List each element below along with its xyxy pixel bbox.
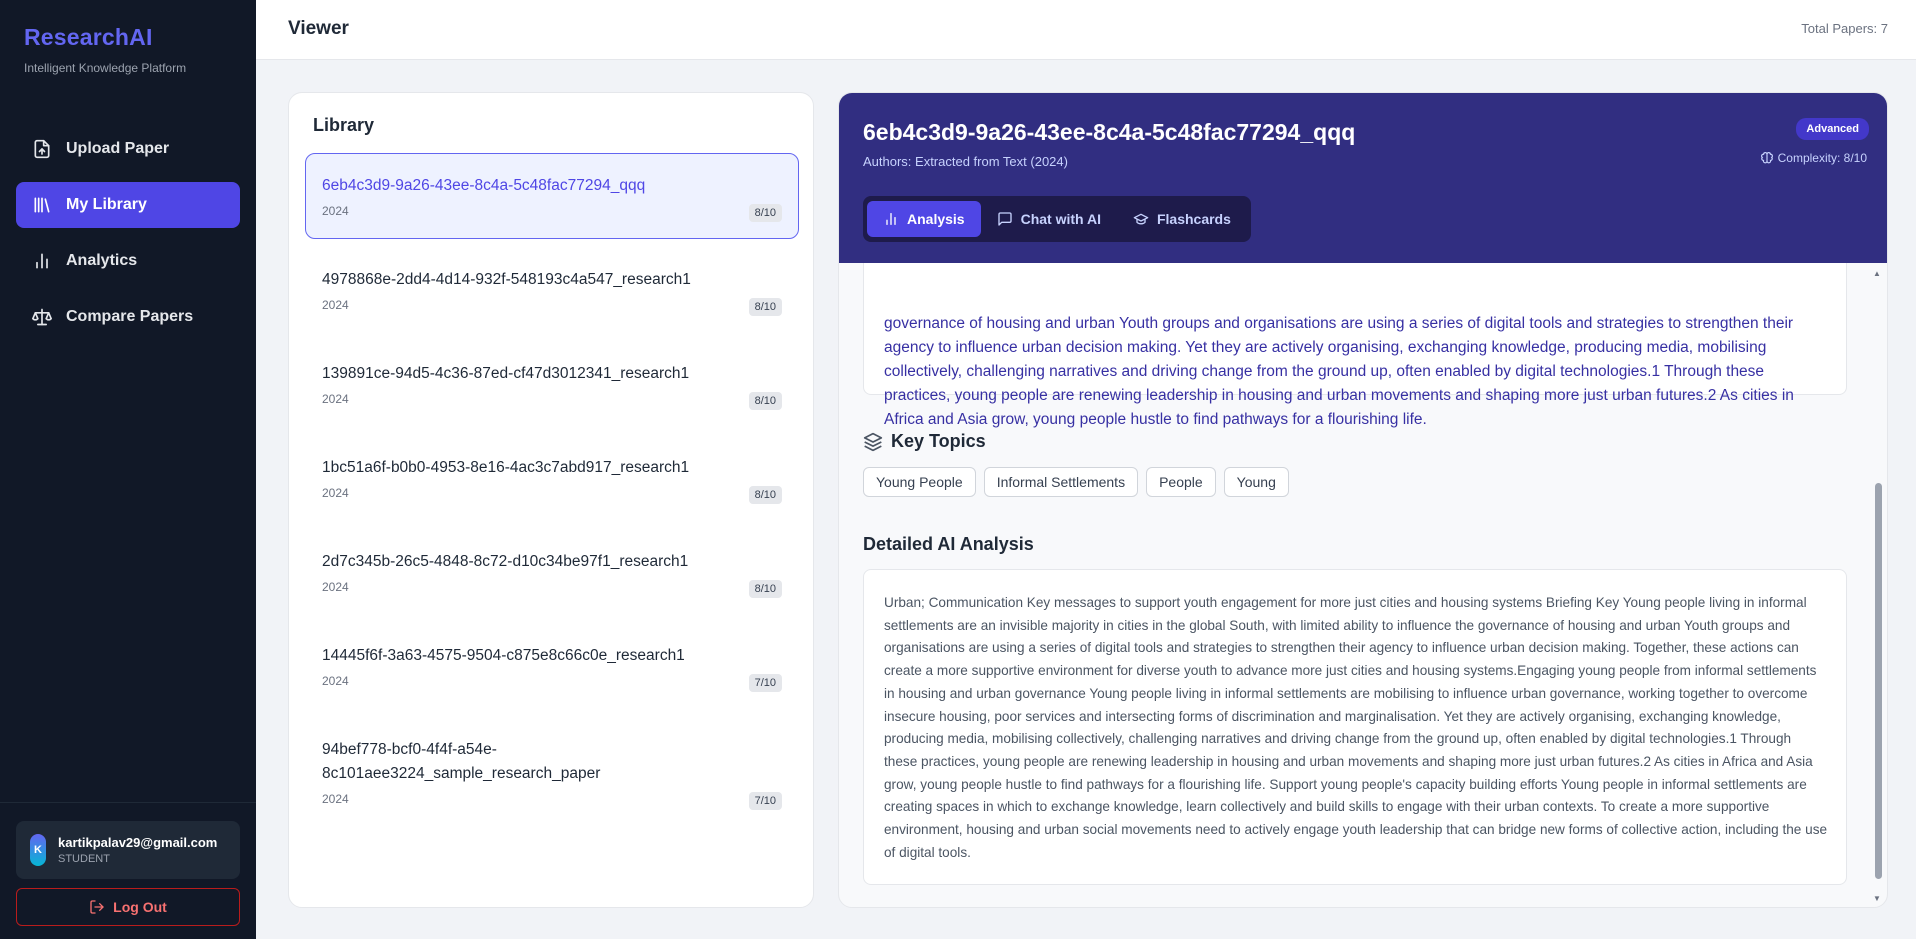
paper-name: 2d7c345b-26c5-4848-8c72-d10c34be97f1_res…	[322, 553, 689, 570]
library-list: 6eb4c3d9-9a26-43ee-8c4a-5c48fac77294_qqq…	[305, 153, 799, 835]
user-email: kartikpalav29@gmail.com	[58, 835, 218, 850]
paper-score-badge: 8/10	[748, 298, 782, 316]
library-item[interactable]: 94bef778-bcf0-4f4f-a54e-8c101aee3224_sam…	[305, 717, 799, 827]
paper-score-badge: 8/10	[748, 204, 782, 222]
summary-text: governance of housing and urban Youth gr…	[884, 315, 1794, 428]
tab-label: Analysis	[907, 211, 965, 227]
analysis-text: Urban; Communication Key messages to sup…	[884, 595, 1828, 860]
tab-label: Flashcards	[1156, 211, 1231, 227]
paper-name: 139891ce-94d5-4c36-87ed-cf47d3012341_res…	[322, 365, 690, 382]
brain-icon	[1760, 152, 1773, 164]
paper-year: 2024	[322, 486, 349, 500]
sidebar-item-label: My Library	[66, 196, 147, 213]
paper-year: 2024	[322, 674, 349, 688]
sidebar-nav: Upload Paper My Library Analytics Compar…	[16, 126, 240, 350]
sidebar-footer: K kartikpalav29@gmail.com STUDENT Log Ou…	[0, 802, 256, 939]
topic-tags: Young People Informal Settlements People…	[863, 467, 1297, 497]
level-badge: Advanced	[1796, 118, 1869, 140]
scroll-thumb[interactable]	[1875, 483, 1882, 879]
detail-tabs: Analysis Chat with AI Flashcards	[863, 196, 1251, 242]
scrollbar[interactable]: ▲ ▼	[1873, 263, 1883, 903]
paper-score-badge: 7/10	[748, 674, 782, 692]
tab-chat-with-ai[interactable]: Chat with AI	[981, 201, 1117, 237]
page-title: Viewer	[288, 18, 349, 39]
paper-score-badge: 8/10	[748, 580, 782, 598]
brand-title: ResearchAI	[24, 24, 153, 50]
graduation-cap-icon	[1133, 213, 1149, 225]
library-item[interactable]: 14445f6f-3a63-4575-9504-c875e8c66c0e_res…	[305, 623, 799, 709]
library-item[interactable]: 2d7c345b-26c5-4848-8c72-d10c34be97f1_res…	[305, 529, 799, 615]
detailed-analysis-heading: Detailed AI Analysis	[863, 534, 1034, 554]
avatar: K	[30, 834, 46, 866]
brand-subtitle: Intelligent Knowledge Platform	[24, 61, 187, 75]
library-item[interactable]: 1bc51a6f-b0b0-4953-8e16-4ac3c7abd917_res…	[305, 435, 799, 521]
library-icon	[34, 197, 50, 213]
library-item[interactable]: 6eb4c3d9-9a26-43ee-8c4a-5c48fac77294_qqq…	[305, 153, 799, 239]
upload-file-icon	[34, 139, 50, 159]
paper-authors: Authors: Extracted from Text (2024)	[863, 154, 1068, 169]
logout-label: Log Out	[113, 899, 167, 915]
scale-icon	[32, 308, 52, 326]
sidebar-item-analytics[interactable]: Analytics	[16, 238, 240, 284]
sidebar-item-label: Compare Papers	[66, 308, 194, 325]
sidebar: ResearchAI Intelligent Knowledge Platfor…	[0, 0, 256, 939]
key-topics-title: Key Topics	[891, 431, 986, 451]
paper-name: 94bef778-bcf0-4f4f-a54e-8c101aee3224_sam…	[322, 741, 601, 782]
total-papers-count: Total Papers: 7	[1801, 21, 1888, 36]
bar-chart-icon	[886, 213, 896, 225]
library-item[interactable]: 4978868e-2dd4-4d14-932f-548193c4a547_res…	[305, 247, 799, 333]
tab-label: Chat with AI	[1020, 211, 1101, 227]
topic-tag: Young People	[863, 467, 976, 497]
complexity-label: Complexity: 8/10	[1777, 151, 1867, 165]
topic-tag: Informal Settlements	[983, 467, 1139, 497]
bar-chart-icon	[36, 253, 48, 269]
library-panel: Library 6eb4c3d9-9a26-43ee-8c4a-5c48fac7…	[288, 92, 814, 908]
logout-button[interactable]: Log Out	[16, 888, 240, 926]
paper-header: 6eb4c3d9-9a26-43ee-8c4a-5c48fac77294_qqq…	[839, 93, 1887, 263]
layers-icon	[863, 432, 883, 451]
key-topics-heading: Key Topics	[863, 431, 986, 452]
paper-year: 2024	[322, 792, 349, 806]
sidebar-item-my-library[interactable]: My Library	[16, 182, 240, 228]
logout-icon	[90, 900, 104, 914]
tab-flashcards[interactable]: Flashcards	[1117, 201, 1247, 237]
user-card: K kartikpalav29@gmail.com STUDENT	[16, 821, 240, 879]
paper-name: 4978868e-2dd4-4d14-932f-548193c4a547_res…	[322, 271, 691, 288]
paper-year: 2024	[322, 204, 349, 218]
paper-score-badge: 7/10	[748, 792, 782, 810]
paper-score-badge: 8/10	[748, 392, 782, 410]
scroll-down-arrow-icon[interactable]: ▼	[1873, 894, 1881, 903]
sidebar-item-label: Upload Paper	[66, 140, 170, 157]
top-header: Viewer Total Papers: 7	[256, 0, 1916, 60]
sidebar-item-upload-paper[interactable]: Upload Paper	[16, 126, 240, 172]
topic-tag: People	[1146, 467, 1216, 497]
scroll-up-arrow-icon[interactable]: ▲	[1873, 269, 1881, 278]
paper-detail-panel: governance of housing and urban Youth gr…	[838, 92, 1888, 908]
paper-year: 2024	[322, 298, 349, 312]
library-title: Library	[313, 115, 375, 135]
paper-title: 6eb4c3d9-9a26-43ee-8c4a-5c48fac77294_qqq	[863, 119, 1356, 145]
sidebar-item-compare-papers[interactable]: Compare Papers	[16, 294, 240, 340]
chat-bubble-icon	[997, 212, 1012, 226]
analysis-card: Urban; Communication Key messages to sup…	[863, 569, 1847, 885]
brand: ResearchAI Intelligent Knowledge Platfor…	[24, 24, 186, 75]
paper-name: 1bc51a6f-b0b0-4953-8e16-4ac3c7abd917_res…	[322, 459, 690, 476]
topic-tag: Young	[1223, 467, 1289, 497]
paper-score-badge: 8/10	[748, 486, 782, 504]
paper-year: 2024	[322, 392, 349, 406]
tab-analysis[interactable]: Analysis	[867, 201, 981, 237]
library-item[interactable]: 139891ce-94d5-4c36-87ed-cf47d3012341_res…	[305, 341, 799, 427]
paper-name: 14445f6f-3a63-4575-9504-c875e8c66c0e_res…	[322, 647, 685, 664]
paper-name: 6eb4c3d9-9a26-43ee-8c4a-5c48fac77294_qqq	[322, 177, 646, 194]
sidebar-item-label: Analytics	[66, 252, 138, 269]
user-role: STUDENT	[58, 853, 110, 865]
complexity-indicator: Complexity: 8/10	[1760, 151, 1867, 165]
paper-year: 2024	[322, 580, 349, 594]
